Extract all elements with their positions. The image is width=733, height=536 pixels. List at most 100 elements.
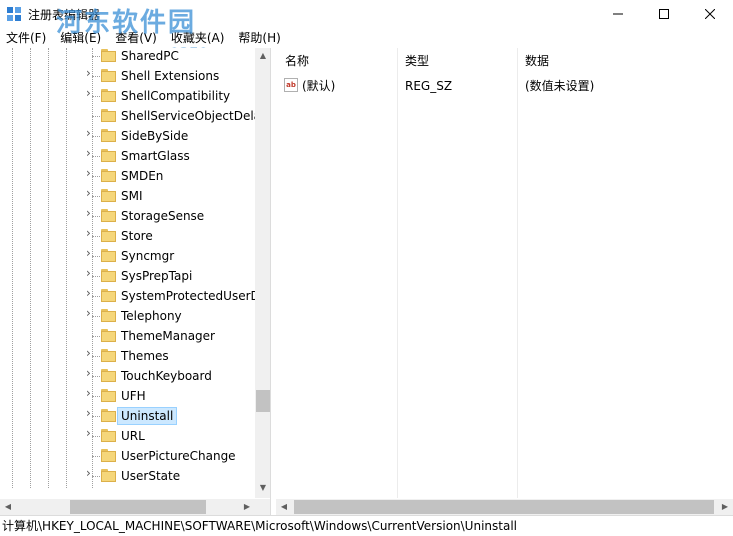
folder-icon bbox=[101, 249, 116, 262]
scroll-left-arrow-icon[interactable]: ◀ bbox=[276, 499, 292, 515]
tree-item[interactable]: UserPictureChange bbox=[0, 446, 256, 466]
window-title: 注册表编辑器 bbox=[28, 8, 101, 22]
tree-vertical-scrollbar[interactable]: ▲ ▼ bbox=[255, 48, 270, 498]
tree-item-label: Shell Extensions bbox=[121, 69, 220, 83]
menu-view[interactable]: 查看(V) bbox=[108, 28, 164, 48]
menu-file[interactable]: 文件(F) bbox=[0, 28, 53, 48]
menu-bar: 文件(F) 编辑(E) 查看(V) 收藏夹(A) 帮助(H) bbox=[0, 28, 733, 48]
tree-item[interactable]: › SmartGlass bbox=[0, 146, 256, 166]
tree-item[interactable]: › UserState bbox=[0, 466, 256, 486]
value-row[interactable]: ab (默认) REG_SZ (数值未设置) bbox=[276, 76, 733, 96]
folder-icon bbox=[101, 89, 116, 102]
maximize-button[interactable] bbox=[641, 0, 687, 28]
scroll-right-arrow-icon[interactable]: ▶ bbox=[717, 499, 733, 515]
tree-item-label: SMI bbox=[121, 189, 143, 203]
tree-item[interactable]: › SysPrepTapi bbox=[0, 266, 256, 286]
tree-item-label: Telephony bbox=[121, 309, 182, 323]
tree-item[interactable]: › Syncmgr bbox=[0, 246, 256, 266]
tree-item-label: SysPrepTapi bbox=[121, 269, 193, 283]
tree-connector bbox=[92, 256, 100, 257]
status-path: 计算机\HKEY_LOCAL_MACHINE\SOFTWARE\Microsof… bbox=[2, 519, 517, 533]
folder-icon bbox=[101, 189, 116, 202]
tree-item[interactable]: ShellServiceObjectDela bbox=[0, 106, 261, 126]
tree-connector bbox=[92, 416, 100, 417]
column-header-name[interactable]: 名称 bbox=[276, 48, 396, 74]
tree-connector bbox=[92, 76, 100, 77]
tree-item-label: Syncmgr bbox=[121, 249, 175, 263]
list-horizontal-scroll-thumb[interactable] bbox=[294, 500, 714, 514]
folder-icon bbox=[101, 209, 116, 222]
maximize-icon bbox=[659, 9, 669, 19]
tree-item[interactable]: › StorageSense bbox=[0, 206, 256, 226]
folder-icon bbox=[101, 469, 116, 482]
folder-icon bbox=[101, 329, 116, 342]
tree-item[interactable]: › Telephony bbox=[0, 306, 256, 326]
tree-item[interactable]: › UFH bbox=[0, 386, 256, 406]
menu-help[interactable]: 帮助(H) bbox=[231, 28, 287, 48]
close-icon bbox=[705, 9, 715, 19]
value-name: (默认) bbox=[302, 79, 336, 93]
scroll-left-arrow-icon[interactable]: ◀ bbox=[0, 499, 16, 515]
tree-item-label: ThemeManager bbox=[121, 329, 215, 343]
title-bar: 注册表编辑器 bbox=[0, 0, 733, 28]
tree-item[interactable]: › TouchKeyboard bbox=[0, 366, 256, 386]
tree-item[interactable]: › Uninstall bbox=[0, 406, 256, 426]
tree-item-label: SystemProtectedUserD bbox=[121, 289, 260, 303]
folder-icon bbox=[101, 49, 116, 62]
tree-connector bbox=[92, 456, 100, 457]
value-data: (数值未设置) bbox=[525, 79, 595, 93]
tree-item-label: Themes bbox=[121, 349, 169, 363]
tree-item[interactable]: › URL bbox=[0, 426, 256, 446]
tree-connector bbox=[92, 276, 100, 277]
close-button[interactable] bbox=[687, 0, 733, 28]
folder-icon bbox=[101, 289, 116, 302]
folder-icon bbox=[101, 129, 116, 142]
status-bar: 计算机\HKEY_LOCAL_MACHINE\SOFTWARE\Microsof… bbox=[0, 515, 733, 536]
tree-horizontal-scrollbar[interactable]: ◀ ▶ bbox=[0, 499, 255, 515]
folder-icon bbox=[101, 369, 116, 382]
tree-item[interactable]: › ShellCompatibility bbox=[0, 86, 256, 106]
value-list-pane: 名称 类型 数据 ab (默认) REG_SZ (数值未设置) ◀ ▶ bbox=[276, 48, 733, 515]
tree-connector bbox=[92, 396, 100, 397]
scroll-right-arrow-icon[interactable]: ▶ bbox=[239, 499, 255, 515]
menu-edit[interactable]: 编辑(E) bbox=[53, 28, 108, 48]
column-divider[interactable] bbox=[397, 48, 398, 498]
tree-horizontal-scroll-thumb[interactable] bbox=[70, 500, 206, 514]
tree-connector bbox=[92, 436, 100, 437]
tree-item[interactable]: › SystemProtectedUserD bbox=[0, 286, 260, 306]
column-header-type[interactable]: 类型 bbox=[396, 48, 516, 74]
tree-item[interactable]: › Themes bbox=[0, 346, 256, 366]
column-divider[interactable] bbox=[517, 48, 518, 498]
registry-editor-icon bbox=[7, 7, 21, 21]
folder-icon bbox=[101, 149, 116, 162]
tree-item[interactable]: › Store bbox=[0, 226, 256, 246]
value-type: REG_SZ bbox=[405, 79, 453, 93]
tree-item[interactable]: › SMDEn bbox=[0, 166, 256, 186]
tree-item[interactable]: › SMI bbox=[0, 186, 256, 206]
tree-item-label: Uninstall bbox=[116, 407, 178, 425]
minimize-icon bbox=[613, 13, 623, 15]
tree-item-label: TouchKeyboard bbox=[121, 369, 212, 383]
folder-icon bbox=[101, 429, 116, 442]
tree-item-label: SMDEn bbox=[121, 169, 164, 183]
column-header-data[interactable]: 数据 bbox=[516, 48, 716, 74]
menu-favorites[interactable]: 收藏夹(A) bbox=[164, 28, 232, 48]
tree-connector bbox=[92, 336, 100, 337]
scroll-down-arrow-icon[interactable]: ▼ bbox=[255, 480, 270, 496]
tree-connector bbox=[92, 236, 100, 237]
scroll-up-arrow-icon[interactable]: ▲ bbox=[255, 48, 270, 64]
tree-item[interactable]: › Shell Extensions bbox=[0, 66, 256, 86]
tree-vertical-scroll-thumb[interactable] bbox=[256, 390, 270, 412]
minimize-button[interactable] bbox=[595, 0, 641, 28]
folder-icon bbox=[101, 349, 116, 362]
folder-icon bbox=[101, 269, 116, 282]
folder-icon bbox=[101, 109, 116, 122]
tree-connector bbox=[92, 216, 100, 217]
list-horizontal-scrollbar[interactable]: ◀ ▶ bbox=[276, 499, 733, 515]
tree-connector bbox=[92, 376, 100, 377]
tree-connector bbox=[92, 476, 100, 477]
tree-item[interactable]: › SideBySide bbox=[0, 126, 256, 146]
tree-item[interactable]: SharedPC bbox=[0, 48, 256, 66]
tree-connector bbox=[92, 356, 100, 357]
tree-item[interactable]: ThemeManager bbox=[0, 326, 256, 346]
